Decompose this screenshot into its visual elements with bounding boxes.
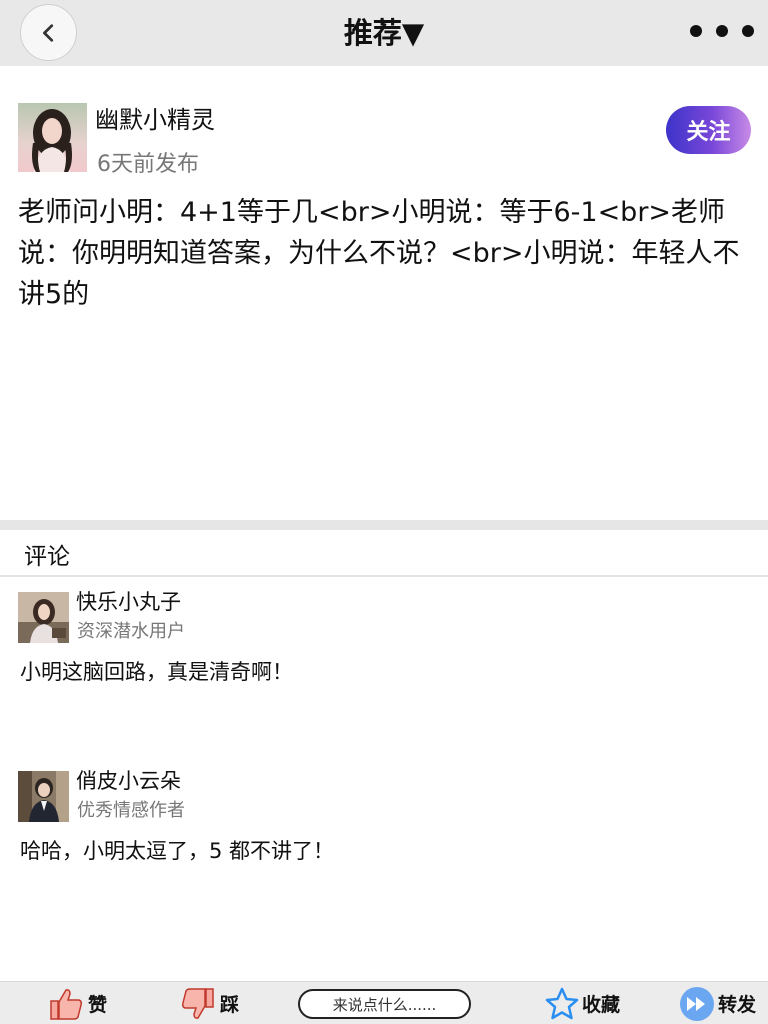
comment-text: 小明这脑回路，真是清奇啊！: [20, 660, 293, 684]
comment-text: 哈哈，小明太逗了，5 都不讲了！: [20, 839, 335, 863]
thumbs-up-icon: [50, 988, 82, 1020]
thumbs-down-icon: [182, 987, 214, 1019]
commenter-name[interactable]: 快乐小丸子: [76, 586, 181, 616]
section-divider: [0, 520, 768, 530]
dislike-label: 踩: [220, 994, 240, 1016]
commenter-badge: 资深潜水用户: [77, 621, 185, 642]
favorite-label: 收藏: [582, 994, 621, 1016]
like-button[interactable]: 赞: [48, 982, 107, 1024]
commenter-badge: 优秀情感作者: [77, 800, 185, 821]
like-label: 赞: [88, 994, 108, 1016]
more-dots-icon: [742, 25, 754, 37]
page-title[interactable]: 推荐▼: [0, 10, 768, 52]
commenter-avatar[interactable]: [18, 771, 69, 822]
more-options-button[interactable]: [690, 20, 754, 42]
author-avatar[interactable]: [18, 103, 87, 172]
comment-input[interactable]: 来说点什么......: [298, 989, 471, 1019]
share-label: 转发: [718, 994, 757, 1016]
commenter-name[interactable]: 俏皮小云朵: [76, 765, 181, 795]
share-button[interactable]: 转发: [678, 982, 756, 1024]
top-bar: 推荐▼: [0, 0, 768, 66]
favorite-button[interactable]: 收藏: [544, 982, 620, 1024]
author-name[interactable]: 幽默小精灵: [95, 100, 215, 135]
commenter-avatar[interactable]: [18, 592, 69, 643]
divider: [0, 575, 768, 577]
dislike-button[interactable]: 踩: [180, 982, 239, 1024]
bottom-action-bar: 赞 踩 来说点什么...... 收藏 转发: [0, 981, 768, 1024]
post-time: 6天前发布: [97, 152, 199, 177]
more-dots-icon: [716, 25, 728, 37]
star-icon: [545, 987, 579, 1019]
more-dots-icon: [690, 25, 702, 37]
post-content: 老师问小明：4+1等于几<br>小明说：等于6-1<br>老师说：你明明知道答案…: [18, 197, 740, 310]
comments-header: 评论: [24, 544, 70, 570]
fast-forward-icon: [680, 986, 714, 1021]
follow-button[interactable]: 关注: [666, 106, 751, 154]
